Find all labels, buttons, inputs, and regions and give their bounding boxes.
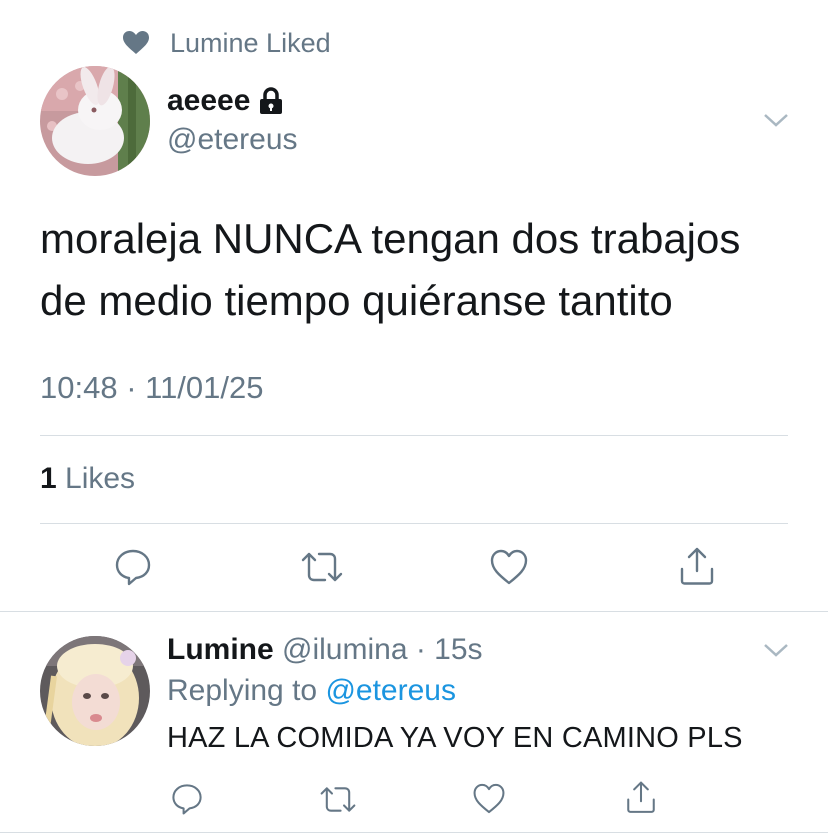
divider — [0, 611, 828, 612]
reply-handle[interactable]: @ilumina — [282, 633, 408, 666]
likes-stat[interactable]: 1 Likes — [40, 462, 135, 496]
retweet-icon[interactable] — [299, 549, 345, 585]
avatar-image — [40, 636, 150, 746]
social-context-text: Lumine Liked — [170, 27, 331, 58]
heart-icon — [123, 31, 149, 54]
lock-icon — [260, 87, 283, 114]
reply-icon[interactable] — [113, 547, 153, 587]
likes-label: Likes — [56, 462, 136, 495]
chevron-down-icon[interactable] — [763, 642, 789, 658]
replying-to-prefix: Replying to — [167, 674, 326, 707]
reply-icon[interactable] — [170, 782, 204, 816]
likes-count: 1 — [40, 462, 57, 495]
avatar[interactable] — [40, 66, 150, 176]
reply-avatar[interactable] — [40, 636, 150, 746]
tweet-text-line: de medio tiempo quiéranse tantito — [40, 277, 673, 324]
divider — [40, 523, 788, 524]
social-context: Lumine Liked — [122, 26, 331, 60]
reply-text: HAZ LA COMIDA YA VOY EN CAMINO PLS — [167, 722, 743, 754]
reply-header: Lumine @ilumina · 15s — [167, 633, 483, 667]
avatar-image — [40, 66, 150, 176]
reply-time[interactable]: · 15s — [416, 633, 483, 666]
divider — [40, 435, 788, 436]
retweet-icon[interactable] — [318, 784, 358, 815]
divider — [0, 832, 828, 833]
chevron-down-icon[interactable] — [763, 112, 789, 128]
like-icon[interactable] — [472, 782, 506, 815]
author-handle[interactable]: @etereus — [167, 123, 298, 157]
tweet-text-line: moraleja NUNCA tengan dos trabajos — [40, 215, 741, 262]
reply-display-name[interactable]: Lumine — [167, 633, 274, 666]
like-icon[interactable] — [489, 548, 529, 586]
tweet-text: moraleja NUNCA tengan dos trabajos de me… — [40, 208, 800, 332]
tweet-timestamp[interactable]: 10:48 · 11/01/25 — [40, 370, 264, 406]
replying-to-link[interactable]: @etereus — [325, 674, 456, 707]
share-icon[interactable] — [677, 545, 717, 587]
replying-to: Replying to @etereus — [167, 674, 456, 708]
author-display-name[interactable]: aeeee — [167, 84, 250, 118]
share-icon[interactable] — [624, 779, 658, 815]
